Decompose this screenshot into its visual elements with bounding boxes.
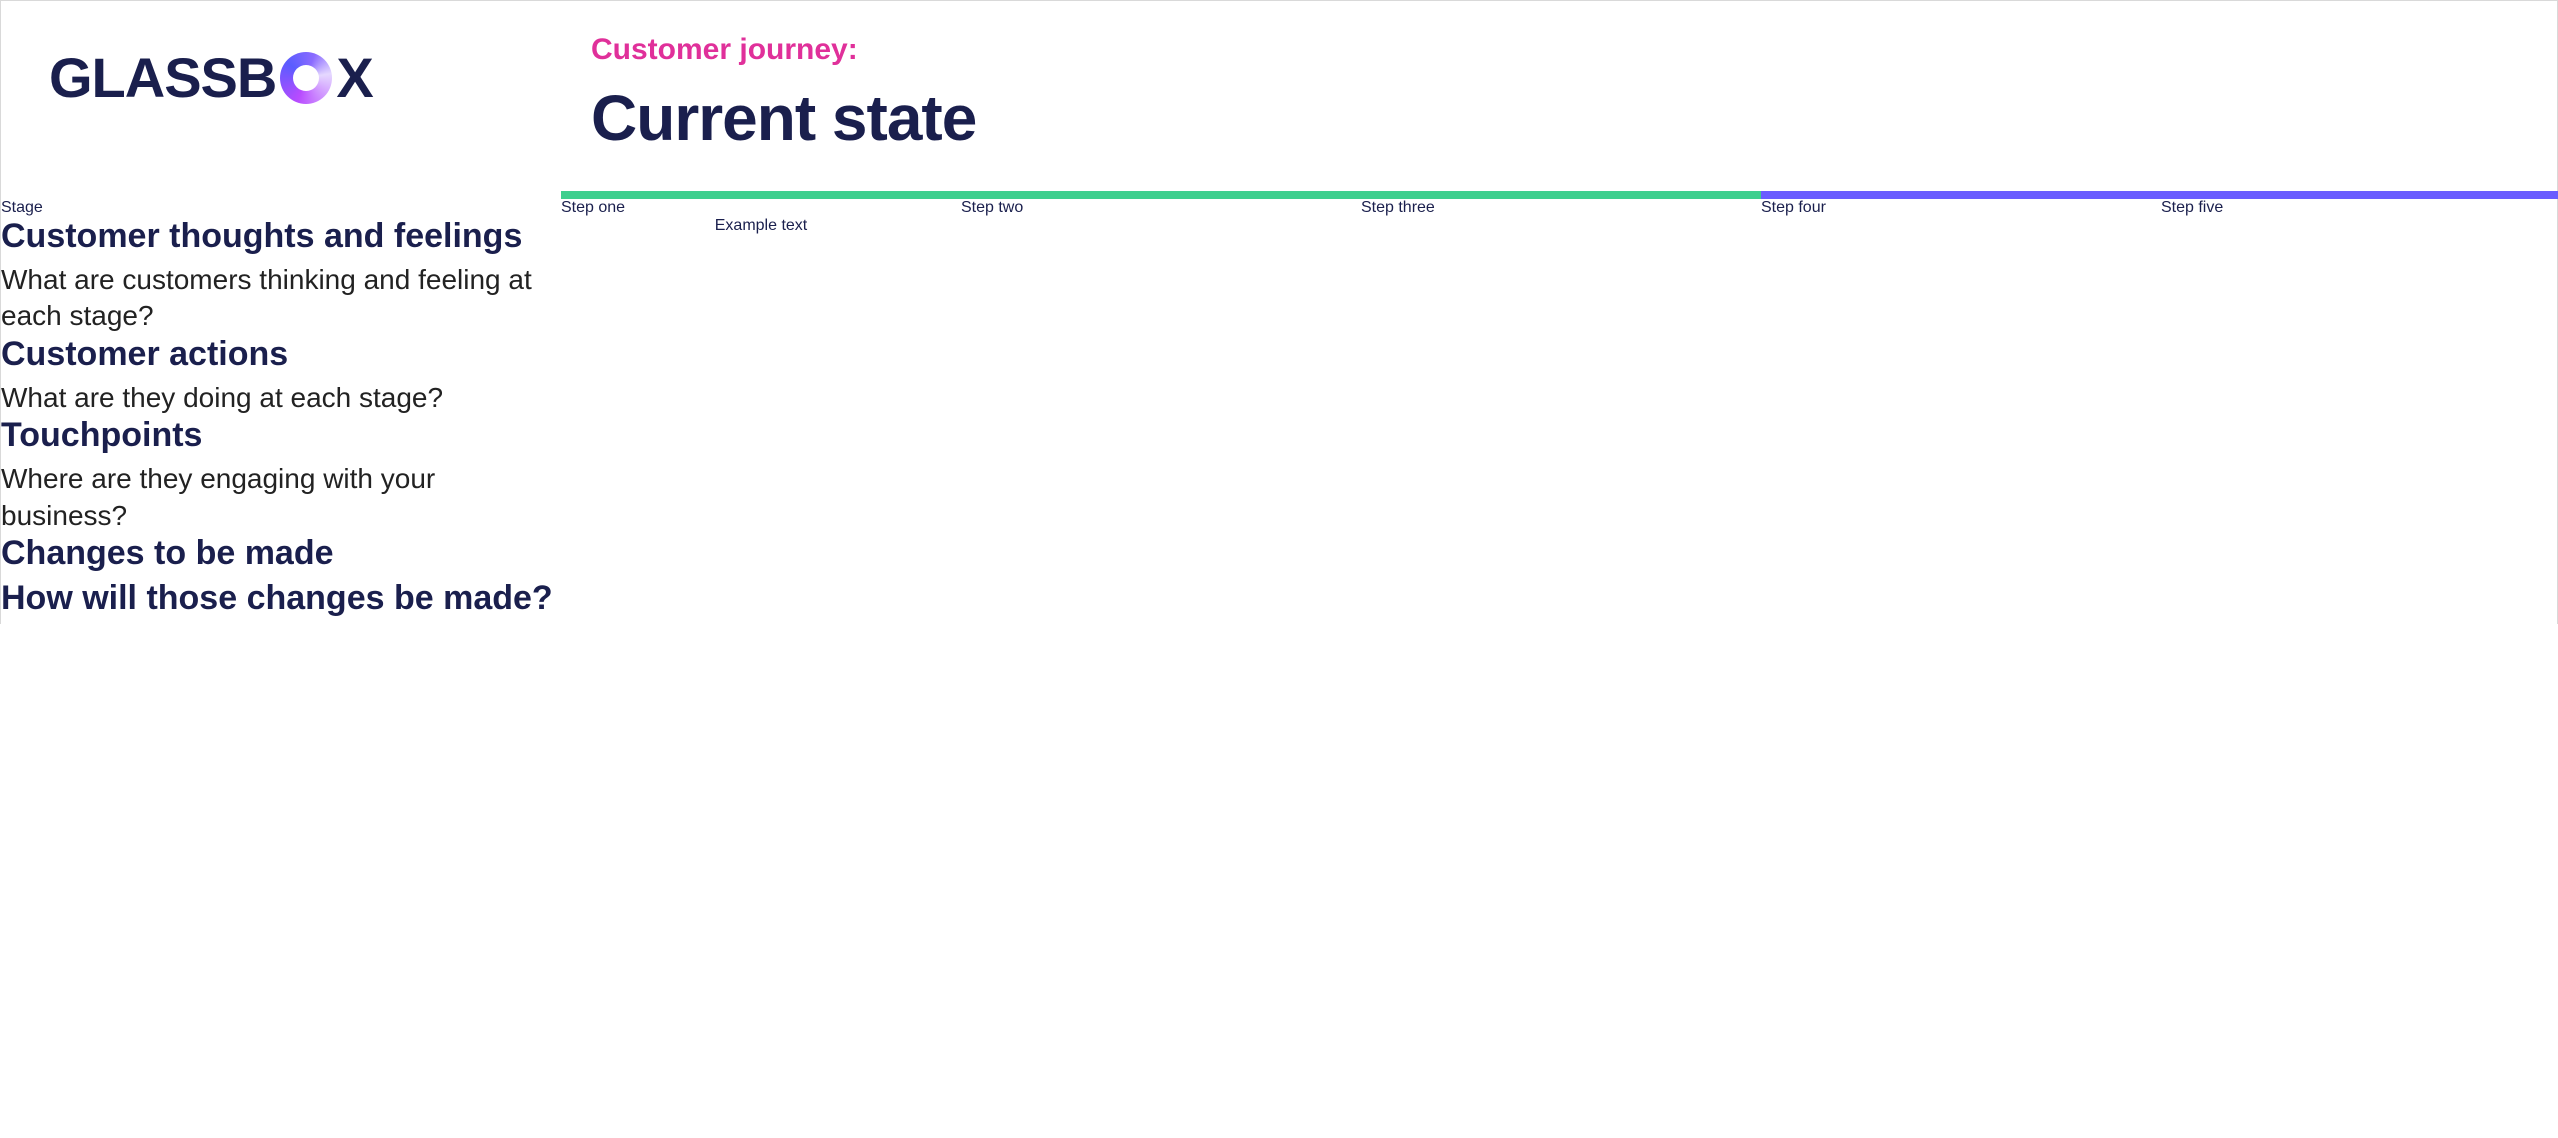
page-header: GLASSB X Customer journey: Current state: [1, 1, 2557, 191]
cell-r4-c4[interactable]: [1761, 534, 2161, 579]
page-container: GLASSB X Customer journey: Current state…: [0, 0, 2558, 624]
row-title: Changes to be made: [1, 534, 561, 573]
cell-r3-c4[interactable]: [1761, 416, 2161, 534]
row-title: Touchpoints: [1, 416, 561, 455]
row-title: Customer thoughts and feelings: [1, 217, 561, 256]
cell-r4-c1[interactable]: [561, 534, 961, 579]
cell-r1-c1[interactable]: Example text: [561, 217, 961, 335]
stage-header: Stage: [1, 199, 561, 217]
cell-r3-c2[interactable]: [961, 416, 1361, 534]
row-title: How will those changes be made?: [1, 579, 561, 618]
cell-r2-c3[interactable]: [1361, 335, 1761, 416]
row-label-touchpoints: Touchpoints Where are they engaging with…: [1, 416, 561, 534]
col-header-step5: Step five: [2161, 199, 2558, 217]
colbar-step4: [1761, 191, 2161, 199]
colbar-step1: [561, 191, 961, 199]
colbar-step2: [961, 191, 1361, 199]
glassbox-logo: GLASSB X: [49, 45, 561, 110]
cell-r1-c5[interactable]: [2161, 217, 2558, 335]
logo-text-part1: GLASSB: [49, 45, 276, 110]
col-header-step4: Step four: [1761, 199, 2161, 217]
cell-r2-c2[interactable]: [961, 335, 1361, 416]
row-sub: What are they doing at each stage?: [1, 380, 561, 416]
colbar-step5: [2161, 191, 2558, 199]
cell-r3-c1[interactable]: [561, 416, 961, 534]
row-label-how: How will those changes be made?: [1, 579, 561, 624]
logo-area: GLASSB X: [1, 33, 561, 110]
logo-o-icon: [280, 52, 332, 104]
row-sub: Where are they engaging with your busine…: [1, 461, 561, 534]
cell-r3-c3[interactable]: [1361, 416, 1761, 534]
col-header-step2: Step two: [961, 199, 1361, 217]
row-label-changes: Changes to be made: [1, 534, 561, 579]
page-title: Current state: [591, 81, 2557, 155]
cell-r1-c3[interactable]: [1361, 217, 1761, 335]
cell-r5-c4[interactable]: [1761, 579, 2161, 624]
row-sub: What are customers thinking and feeling …: [1, 262, 561, 335]
logo-text-part2: X: [336, 45, 372, 110]
col-header-step1: Step one: [561, 199, 961, 217]
title-area: Customer journey: Current state: [561, 33, 2557, 191]
col-header-step3: Step three: [1361, 199, 1761, 217]
cell-r2-c5[interactable]: [2161, 335, 2558, 416]
cell-r5-c2[interactable]: [961, 579, 1361, 624]
cell-r2-c1[interactable]: [561, 335, 961, 416]
cell-r5-c5[interactable]: [2161, 579, 2558, 624]
colbar-step3: [1361, 191, 1761, 199]
cell-r1-c2[interactable]: [961, 217, 1361, 335]
cell-r1-c4[interactable]: [1761, 217, 2161, 335]
cell-r4-c2[interactable]: [961, 534, 1361, 579]
cell-r3-c5[interactable]: [2161, 416, 2558, 534]
cell-r5-c1[interactable]: [561, 579, 961, 624]
cell-r5-c3[interactable]: [1361, 579, 1761, 624]
eyebrow-label: Customer journey:: [591, 33, 2557, 67]
row-title: Customer actions: [1, 335, 561, 374]
colbar-spacer: [1, 191, 561, 199]
cell-r4-c5[interactable]: [2161, 534, 2558, 579]
cell-r4-c3[interactable]: [1361, 534, 1761, 579]
row-label-actions: Customer actions What are they doing at …: [1, 335, 561, 416]
cell-r2-c4[interactable]: [1761, 335, 2161, 416]
row-label-thoughts: Customer thoughts and feelings What are …: [1, 217, 561, 335]
journey-table: Stage Step one Step two Step three Step …: [1, 191, 2557, 624]
